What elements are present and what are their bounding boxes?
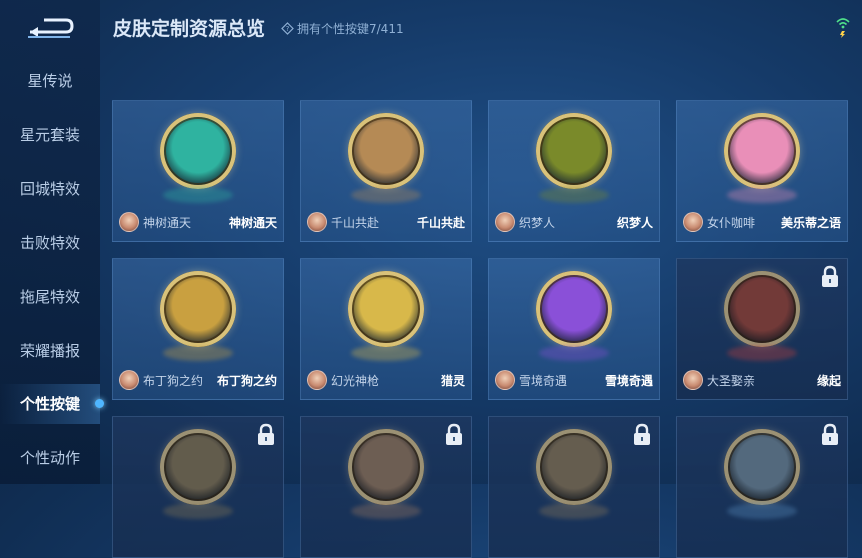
card-info-row: 织梦人 织梦人: [495, 211, 653, 233]
button-card[interactable]: [676, 416, 848, 558]
skin-name: 雪境奇遇: [519, 373, 568, 388]
button-card[interactable]: 幻光神枪 猎灵: [300, 258, 472, 400]
svg-text:?: ?: [286, 25, 290, 33]
skin-name: 织梦人: [519, 215, 556, 230]
icon-reflection: [539, 187, 609, 203]
button-name: 缘起: [816, 373, 841, 388]
card-info-row: 布丁狗之约 布丁狗之约: [119, 369, 277, 391]
sidebar-item[interactable]: 星传说: [0, 61, 100, 101]
card-info-row: 大圣娶亲 缘起: [683, 369, 841, 391]
yellow-bow-emblem-icon: [160, 271, 236, 347]
button-name: 布丁狗之约: [216, 373, 277, 388]
button-card[interactable]: [488, 416, 660, 558]
button-name: 千山共赴: [416, 215, 465, 230]
locked-emblem-icon: [536, 429, 612, 505]
card-info-row: 神树通天 神树通天: [119, 211, 277, 233]
button-card[interactable]: 神树通天 神树通天: [112, 100, 284, 242]
button-card[interactable]: 雪境奇遇 雪境奇遇: [488, 258, 660, 400]
lock-icon: [634, 423, 650, 445]
button-name: 美乐蒂之语: [780, 215, 841, 230]
hero-avatar: [683, 370, 703, 390]
skin-name: 千山共赴: [331, 215, 380, 230]
hero-avatar: [119, 370, 139, 390]
hero-avatar: [307, 370, 327, 390]
page-title: 皮肤定制资源总览: [113, 18, 266, 40]
green-dragon-emblem-icon: [536, 113, 612, 189]
icon-reflection: [351, 503, 421, 519]
button-card[interactable]: [300, 416, 472, 558]
sidebar-item-label: 星传说: [27, 72, 73, 90]
spear-emblem-icon: [348, 271, 424, 347]
active-indicator-dot: [95, 399, 104, 408]
hero-avatar: [119, 212, 139, 232]
card-info-row: 女仆咖啡 美乐蒂之语: [683, 211, 841, 233]
button-name: 雪境奇遇: [604, 373, 653, 388]
sidebar-item-label: 个性按键: [19, 395, 80, 413]
hero-avatar: [495, 212, 515, 232]
skin-name: 女仆咖啡: [707, 215, 756, 230]
button-card[interactable]: 大圣娶亲 缘起: [676, 258, 848, 400]
owned-count-label: 拥有个性按键7/411: [297, 22, 404, 36]
button-name: 神树通天: [228, 215, 277, 230]
button-name: 织梦人: [616, 215, 653, 230]
icon-reflection: [539, 345, 609, 361]
sidebar-item-label: 击败特效: [19, 234, 80, 252]
sidebar-item-label: 个性动作: [19, 449, 80, 467]
lock-icon: [446, 423, 462, 445]
card-info-row: 千山共赴 千山共赴: [307, 211, 465, 233]
locked-emblem-icon: [160, 429, 236, 505]
sidebar-item[interactable]: 星元套装: [0, 115, 100, 155]
icon-reflection: [163, 503, 233, 519]
button-card[interactable]: 女仆咖啡 美乐蒂之语: [676, 100, 848, 242]
sidebar-item[interactable]: 击败特效: [0, 223, 100, 263]
icon-reflection: [351, 345, 421, 361]
lock-icon: [822, 423, 838, 445]
locked-emblem-icon: [348, 429, 424, 505]
info-diamond-icon: ?: [281, 22, 294, 35]
sidebar: 星传说星元套装回城特效击败特效拖尾特效荣耀播报个性按键个性动作: [0, 0, 104, 484]
skin-name: 幻光神枪: [331, 373, 380, 388]
icon-reflection: [163, 187, 233, 203]
card-info-row: 幻光神枪 猎灵: [307, 369, 465, 391]
sidebar-item[interactable]: 荣耀播报: [0, 331, 100, 371]
icon-reflection: [727, 345, 797, 361]
button-card[interactable]: 织梦人 织梦人: [488, 100, 660, 242]
button-name: 猎灵: [440, 373, 465, 388]
icon-reflection: [727, 503, 797, 519]
sidebar-item[interactable]: 拖尾特效: [0, 277, 100, 317]
golden-sword-emblem-icon: [348, 113, 424, 189]
back-arrow-icon[interactable]: [26, 12, 74, 40]
sidebar-item-label: 回城特效: [19, 180, 80, 198]
sidebar-item[interactable]: 回城特效: [0, 169, 100, 209]
skin-name: 神树通天: [143, 215, 192, 230]
card-info-row: 雪境奇遇 雪境奇遇: [495, 369, 653, 391]
owned-count: ? 拥有个性按键7/411: [281, 20, 404, 37]
sidebar-item-label: 荣耀播报: [19, 342, 80, 360]
hero-avatar: [683, 212, 703, 232]
skin-name: 布丁狗之约: [143, 373, 204, 388]
red-scroll-emblem-icon: [724, 271, 800, 347]
sidebar-item-label: 拖尾特效: [19, 288, 80, 306]
icon-reflection: [351, 187, 421, 203]
icon-reflection: [539, 503, 609, 519]
lock-icon: [258, 423, 274, 445]
sidebar-item[interactable]: 个性按键: [0, 384, 104, 424]
button-card[interactable]: 千山共赴 千山共赴: [300, 100, 472, 242]
button-card[interactable]: 布丁狗之约 布丁狗之约: [112, 258, 284, 400]
teal-bird-emblem-icon: [160, 113, 236, 189]
purple-flower-emblem-icon: [536, 271, 612, 347]
hero-avatar: [307, 212, 327, 232]
skin-name: 大圣娶亲: [707, 373, 756, 388]
locked-emblem-icon: [724, 429, 800, 505]
wifi-signal-icon: [836, 18, 850, 38]
pink-bunny-emblem-icon: [724, 113, 800, 189]
sidebar-item-label: 星元套装: [19, 126, 80, 144]
button-card[interactable]: [112, 416, 284, 558]
icon-reflection: [163, 345, 233, 361]
lock-icon: [822, 265, 838, 287]
hero-avatar: [495, 370, 515, 390]
icon-reflection: [727, 187, 797, 203]
sidebar-item[interactable]: 个性动作: [0, 438, 100, 478]
